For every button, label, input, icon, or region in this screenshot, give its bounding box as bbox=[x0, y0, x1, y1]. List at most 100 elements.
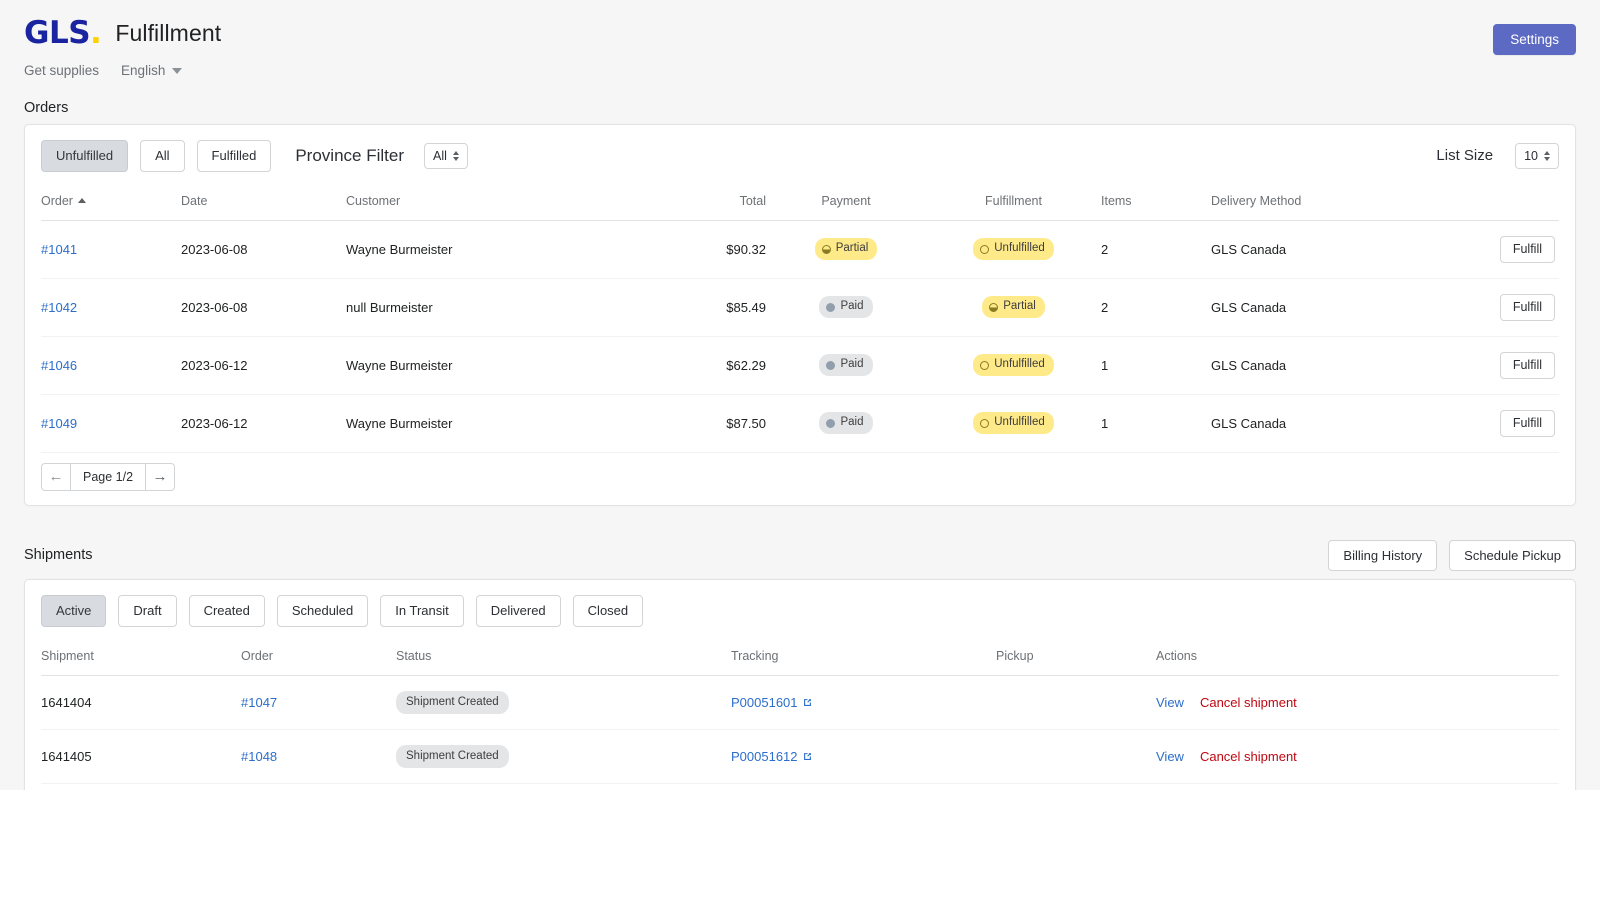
status-badge-label: Unfulfilled bbox=[994, 356, 1045, 373]
tracking-number: P00051601 bbox=[731, 695, 798, 710]
order-number[interactable]: #1041 bbox=[41, 242, 77, 257]
list-size-label: List Size bbox=[1436, 147, 1493, 164]
order-link[interactable]: #1041 bbox=[41, 220, 181, 278]
orders-col-total[interactable]: Total bbox=[646, 186, 766, 221]
orders-table-wrapper: Order Date Customer Total Payment Fulfil… bbox=[25, 186, 1575, 453]
shipments-col-status: Status bbox=[396, 641, 731, 676]
status-badge-label: Partial bbox=[1003, 298, 1036, 315]
orders-col-fulfillment[interactable]: Fulfillment bbox=[926, 186, 1101, 221]
shipments-col-shipment: Shipment bbox=[41, 641, 241, 676]
view-link[interactable]: View bbox=[1156, 749, 1184, 764]
orders-page-label: Page 1/2 bbox=[70, 463, 146, 491]
orders-col-order[interactable]: Order bbox=[41, 186, 181, 221]
schedule-pickup-button[interactable]: Schedule Pickup bbox=[1449, 540, 1576, 572]
fulfill-button[interactable]: Fulfill bbox=[1500, 294, 1555, 321]
orders-col-payment[interactable]: Payment bbox=[766, 186, 926, 221]
shipment-tracking[interactable]: P00051612 bbox=[731, 730, 996, 784]
orders-col-date[interactable]: Date bbox=[181, 186, 346, 221]
status-badge: Paid bbox=[819, 354, 872, 375]
order-payment-status: Paid bbox=[766, 394, 926, 452]
orders-col-delivery-method[interactable]: Delivery Method bbox=[1211, 186, 1431, 221]
tracking-link[interactable]: P00051612 bbox=[731, 749, 813, 764]
shipments-tab-delivered[interactable]: Delivered bbox=[476, 595, 561, 627]
orders-tab-fulfilled[interactable]: Fulfilled bbox=[197, 140, 272, 172]
status-badge: Unfulfilled bbox=[973, 238, 1054, 259]
order-number[interactable]: #1047 bbox=[241, 695, 277, 710]
shipment-status: Shipment Created bbox=[396, 730, 731, 784]
status-badge: Shipment Created bbox=[396, 745, 509, 768]
shipments-card: Active Draft Created Scheduled In Transi… bbox=[24, 579, 1576, 790]
order-number[interactable]: #1048 bbox=[241, 749, 277, 764]
order-customer: Wayne Burmeister bbox=[346, 394, 646, 452]
status-badge-label: Unfulfilled bbox=[994, 240, 1045, 257]
fulfill-button[interactable]: Fulfill bbox=[1500, 236, 1555, 263]
shipment-actions: View Delete draft bbox=[1156, 784, 1559, 790]
status-badge: Paid bbox=[819, 296, 872, 317]
arrow-right-icon[interactable]: → bbox=[146, 463, 175, 491]
order-link[interactable]: #1046 bbox=[41, 336, 181, 394]
order-number[interactable]: #1049 bbox=[41, 416, 77, 431]
orders-col-items[interactable]: Items bbox=[1101, 186, 1211, 221]
shipment-status: Shipment Created bbox=[396, 675, 731, 729]
shipments-tab-created[interactable]: Created bbox=[189, 595, 265, 627]
order-items-count: 1 bbox=[1101, 336, 1211, 394]
shipment-tracking[interactable]: P00051601 bbox=[731, 675, 996, 729]
order-fulfillment-status: Unfulfilled bbox=[926, 336, 1101, 394]
status-badge: Partial bbox=[982, 296, 1045, 317]
order-actions: Fulfill bbox=[1431, 220, 1559, 278]
province-filter-select[interactable]: All bbox=[424, 143, 468, 169]
shipment-order-link[interactable]: #1047 bbox=[241, 675, 396, 729]
gls-logo: GLS. bbox=[24, 18, 101, 49]
language-label: English bbox=[121, 63, 165, 78]
shipment-actions: View Cancel shipment bbox=[1156, 730, 1559, 784]
shipments-section: Shipments Billing History Schedule Picku… bbox=[24, 540, 1576, 790]
gls-logo-text: GLS bbox=[24, 15, 90, 51]
order-total: $85.49 bbox=[646, 278, 766, 336]
orders-section-title: Orders bbox=[24, 100, 1576, 116]
orders-col-customer[interactable]: Customer bbox=[346, 186, 646, 221]
shipment-order-link[interactable]: #1049 bbox=[241, 784, 396, 790]
table-row: #1049 Draft View Delete draft bbox=[41, 784, 1559, 790]
list-size-select[interactable]: 10 bbox=[1515, 143, 1559, 169]
shipments-tab-scheduled[interactable]: Scheduled bbox=[277, 595, 368, 627]
cancel-shipment-link[interactable]: Cancel shipment bbox=[1200, 695, 1297, 710]
shipment-number bbox=[41, 784, 241, 790]
fulfillment-app: GLS. Fulfillment Get supplies English Se… bbox=[0, 0, 1600, 790]
order-delivery-method: GLS Canada bbox=[1211, 220, 1431, 278]
shipment-order-link[interactable]: #1048 bbox=[241, 730, 396, 784]
order-link[interactable]: #1042 bbox=[41, 278, 181, 336]
order-link[interactable]: #1049 bbox=[41, 394, 181, 452]
hollow-circle-icon bbox=[980, 419, 989, 428]
shipments-tab-in-transit[interactable]: In Transit bbox=[380, 595, 463, 627]
cancel-shipment-link[interactable]: Cancel shipment bbox=[1200, 749, 1297, 764]
fulfill-button[interactable]: Fulfill bbox=[1500, 352, 1555, 379]
chevron-down-icon bbox=[172, 68, 182, 74]
orders-col-order-label: Order bbox=[41, 194, 73, 208]
sub-navigation: Get supplies English bbox=[24, 63, 1576, 78]
get-supplies-link[interactable]: Get supplies bbox=[24, 63, 99, 78]
order-customer: Wayne Burmeister bbox=[346, 220, 646, 278]
orders-tab-unfulfilled[interactable]: Unfulfilled bbox=[41, 140, 128, 172]
shipments-tab-active[interactable]: Active bbox=[41, 595, 106, 627]
status-badge: Shipment Created bbox=[396, 691, 509, 714]
shipment-pickup bbox=[996, 784, 1156, 790]
view-link[interactable]: View bbox=[1156, 695, 1184, 710]
order-number[interactable]: #1042 bbox=[41, 300, 77, 315]
order-number[interactable]: #1046 bbox=[41, 358, 77, 373]
order-date: 2023-06-08 bbox=[181, 278, 346, 336]
settings-button[interactable]: Settings bbox=[1493, 24, 1576, 55]
shipments-tab-closed[interactable]: Closed bbox=[573, 595, 643, 627]
shipments-filter-bar: Active Draft Created Scheduled In Transi… bbox=[25, 580, 1575, 641]
tracking-link[interactable]: P00051601 bbox=[731, 695, 813, 710]
list-size-value: 10 bbox=[1524, 149, 1538, 163]
order-delivery-method: GLS Canada bbox=[1211, 394, 1431, 452]
arrow-left-icon[interactable]: ← bbox=[41, 463, 70, 491]
hollow-circle-icon bbox=[980, 361, 989, 370]
shipments-tab-draft[interactable]: Draft bbox=[118, 595, 176, 627]
billing-history-button[interactable]: Billing History bbox=[1328, 540, 1437, 572]
fulfill-button[interactable]: Fulfill bbox=[1500, 410, 1555, 437]
orders-tab-all[interactable]: All bbox=[140, 140, 184, 172]
order-fulfillment-status: Partial bbox=[926, 278, 1101, 336]
language-selector[interactable]: English bbox=[121, 63, 182, 78]
orders-section: Orders Unfulfilled All Fulfilled Provinc… bbox=[24, 100, 1576, 506]
